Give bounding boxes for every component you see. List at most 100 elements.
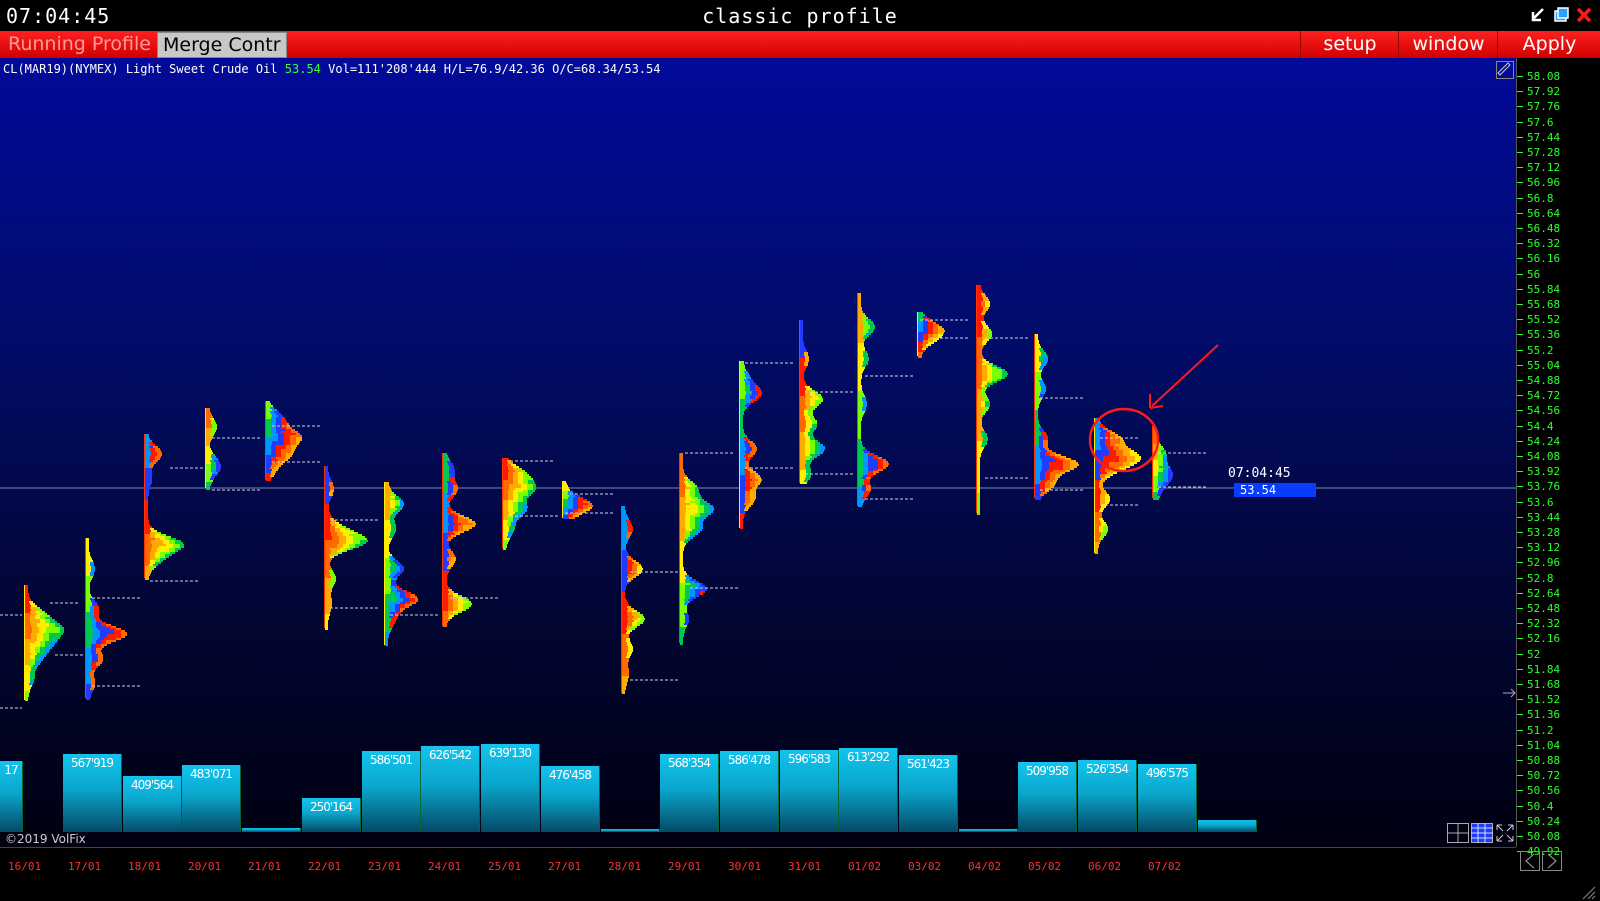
price-tick-mark bbox=[1517, 516, 1523, 518]
volume-bar: 483'071 bbox=[182, 765, 241, 832]
price-tick-label: 57.28 bbox=[1527, 146, 1561, 159]
window-button[interactable]: window bbox=[1398, 31, 1498, 58]
expand-icon[interactable] bbox=[1495, 823, 1515, 843]
price-tick-label: 56.64 bbox=[1527, 206, 1561, 220]
volume-bar: 526'354 bbox=[1078, 760, 1137, 832]
setup-button[interactable]: setup bbox=[1300, 31, 1399, 58]
volume-bar: 613'292 bbox=[839, 748, 898, 832]
price-tick-mark bbox=[1517, 258, 1523, 260]
grid-layout-icon[interactable] bbox=[1447, 823, 1469, 843]
price-tick-label: 57.44 bbox=[1527, 130, 1561, 144]
price-tick-mark bbox=[1517, 106, 1523, 108]
price-tick-mark bbox=[1517, 592, 1523, 594]
price-tick-mark bbox=[1517, 501, 1523, 503]
price-tick-label: 54.56 bbox=[1527, 404, 1561, 418]
date-label: 28/01 bbox=[608, 860, 642, 873]
price-tick-label: 50.08 bbox=[1527, 830, 1561, 843]
instrument-info: CL(MAR19)(NYMEX) Light Sweet Crude Oil 5… bbox=[3, 62, 660, 76]
price-tick-label: 57.92 bbox=[1527, 85, 1561, 99]
volume-label: 586'478 bbox=[727, 753, 771, 767]
price-tick-label: 56.32 bbox=[1527, 237, 1561, 251]
price-tick-mark bbox=[1517, 197, 1523, 199]
apply-button[interactable]: Apply bbox=[1497, 31, 1600, 58]
maximize-icon[interactable] bbox=[1553, 7, 1569, 23]
date-label: 01/02 bbox=[848, 860, 882, 873]
volume-bar: 586'478 bbox=[720, 751, 779, 832]
price-tick-label: 56.96 bbox=[1527, 176, 1561, 190]
chart-area[interactable]: 17 567'919 409'564 483'071 250'164 586'501 626… bbox=[0, 58, 1516, 847]
volume-label: 561'423 bbox=[906, 757, 950, 771]
price-tick-label: 50.56 bbox=[1527, 784, 1561, 798]
date-label: 04/02 bbox=[968, 860, 1002, 873]
price-tick-label: 52.8 bbox=[1527, 571, 1554, 585]
tab-running-profile[interactable]: Running Profile bbox=[3, 32, 156, 57]
volume-bar: 586'501 bbox=[362, 751, 421, 832]
volume-bar bbox=[959, 829, 1018, 832]
price-tick-mark bbox=[1517, 532, 1523, 533]
volume-bar: 561'423 bbox=[899, 755, 958, 832]
last-price: 53.54 bbox=[284, 62, 321, 76]
price-tick-mark bbox=[1517, 684, 1523, 685]
volume-label: 568'354 bbox=[667, 756, 711, 770]
date-label: 27/01 bbox=[548, 860, 582, 873]
price-axis[interactable]: 58.08 57.92 57.76 57.6 57.44 57.28 57.12 56.96 5… bbox=[1516, 58, 1600, 857]
volume-label: 509'958 bbox=[1025, 764, 1069, 778]
price-tick-mark bbox=[1517, 760, 1523, 761]
price-tick-mark bbox=[1517, 395, 1523, 397]
price-tick-mark bbox=[1517, 273, 1523, 275]
date-axis[interactable]: 16/01 17/01 18/01 20/01 21/01 22/01 23/01 24/01… bbox=[0, 847, 1596, 901]
price-tick-label: 53.92 bbox=[1527, 465, 1561, 479]
date-label: 30/01 bbox=[728, 860, 762, 873]
price-tick-label: 55.04 bbox=[1527, 358, 1561, 372]
price-tick-label: 56.16 bbox=[1527, 252, 1561, 266]
volume-bar: 568'354 bbox=[660, 754, 719, 832]
price-tick-label: 56.8 bbox=[1527, 191, 1554, 205]
color-grid-icon[interactable] bbox=[1471, 823, 1493, 843]
price-tick-label: 54.72 bbox=[1527, 389, 1561, 403]
tab-merge-contracts[interactable]: Merge Contr bbox=[157, 32, 287, 58]
price-tick-mark bbox=[1517, 699, 1523, 701]
scroll-arrow-icon[interactable] bbox=[1503, 688, 1516, 698]
volume-bar: 476'458 bbox=[541, 766, 600, 832]
price-tick-mark bbox=[1517, 440, 1523, 442]
price-tick-mark bbox=[1517, 167, 1523, 169]
volume-bar: 409'564 bbox=[123, 776, 182, 832]
price-tick-label: 55.84 bbox=[1527, 282, 1561, 296]
volume-label: 409'564 bbox=[130, 778, 174, 792]
price-tick-label: 50.24 bbox=[1527, 814, 1561, 828]
minimize-icon[interactable] bbox=[1530, 7, 1546, 23]
pencil-icon[interactable] bbox=[1496, 61, 1514, 79]
volume-bar: 639'130 bbox=[481, 744, 540, 832]
volume-bar: 509'958 bbox=[1018, 762, 1077, 832]
price-tick-mark bbox=[1517, 744, 1523, 746]
price-tick-label: 57.76 bbox=[1527, 100, 1561, 114]
menu-bar: Running Profile Merge Contr setup window… bbox=[0, 31, 1600, 58]
price-tick-label: 54.24 bbox=[1527, 434, 1561, 448]
price-tick-mark bbox=[1517, 349, 1523, 351]
date-label: 07/02 bbox=[1148, 860, 1182, 873]
price-tick-label: 53.28 bbox=[1527, 526, 1561, 539]
close-icon[interactable] bbox=[1576, 7, 1592, 23]
date-label: 05/02 bbox=[1028, 860, 1062, 873]
date-label: 25/01 bbox=[488, 860, 522, 873]
volume-label: 613'292 bbox=[846, 750, 890, 764]
price-tick-mark bbox=[1517, 288, 1523, 290]
cursor-time-label: 07:04:45 bbox=[1228, 466, 1291, 481]
date-label: 06/02 bbox=[1088, 860, 1122, 873]
price-tick-label: 52.48 bbox=[1527, 602, 1561, 615]
price-tick-label: 52.16 bbox=[1527, 632, 1561, 646]
price-tick-label: 54.88 bbox=[1527, 374, 1561, 387]
date-label: 16/01 bbox=[8, 860, 42, 873]
navigation-arrows-icon[interactable] bbox=[1520, 851, 1562, 871]
resize-grip-icon[interactable] bbox=[1580, 884, 1596, 900]
window-title: classic profile bbox=[702, 4, 898, 28]
price-tick-mark bbox=[1517, 228, 1523, 229]
price-tick-mark bbox=[1517, 836, 1523, 837]
volume-label: 496'575 bbox=[1145, 766, 1189, 780]
date-label: 18/01 bbox=[128, 860, 162, 873]
volume-bar: 250'164 bbox=[302, 798, 361, 832]
date-label: 22/01 bbox=[308, 860, 342, 873]
volume-bar: 596'583 bbox=[780, 750, 839, 832]
volume-label: 639'130 bbox=[488, 746, 532, 760]
price-tick-label: 57.6 bbox=[1527, 115, 1554, 129]
